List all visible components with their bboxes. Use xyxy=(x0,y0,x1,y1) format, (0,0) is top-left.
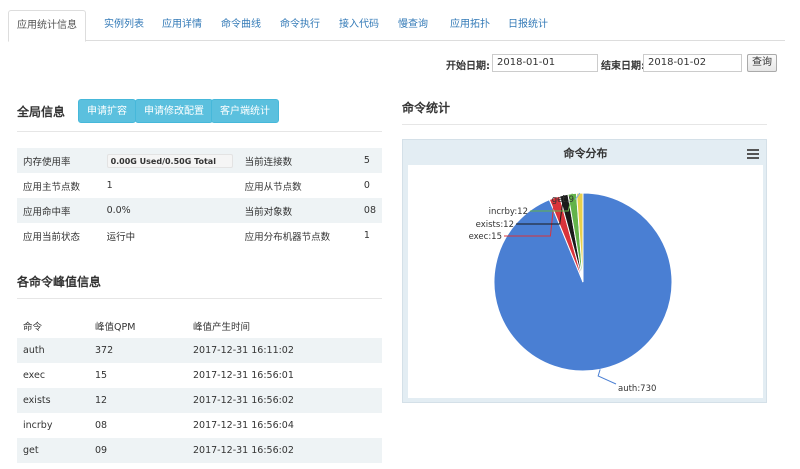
pie-label-get: get:9 xyxy=(552,195,574,205)
machine-nodes-value: 1 xyxy=(363,230,370,241)
pie-label-incrby: incrby:12 xyxy=(489,207,528,217)
divider xyxy=(17,298,382,299)
object-count-label: 当前对象数 xyxy=(238,198,358,223)
table-row: 内存使用率 0.00G Used/0.50G Total 当前连接数 5 xyxy=(17,148,382,173)
command-stats-title: 命令统计 xyxy=(402,101,451,115)
connections-value: 5 xyxy=(357,148,382,173)
global-info-title: 全局信息 xyxy=(17,105,66,119)
time-cell: 2017-12-31 16:56:02 xyxy=(187,438,382,463)
tab-instance-list[interactable]: 实例列表 xyxy=(96,10,152,41)
slave-nodes-label: 应用从节点数 xyxy=(244,181,302,193)
leader-line-auth xyxy=(597,369,617,385)
tab-app-stats[interactable]: 应用统计信息 xyxy=(8,10,86,42)
column-header: 峰值产生时间 xyxy=(193,321,251,333)
table-row: exists 12 2017-12-31 16:56:02 xyxy=(17,388,382,413)
slave-nodes-value: 0 xyxy=(363,180,370,191)
object-count-value: 08 xyxy=(357,198,382,223)
qpm-cell: 372 xyxy=(89,338,187,363)
tab-slow-query[interactable]: 慢查询 xyxy=(390,10,436,41)
time-cell: 2017-12-31 16:56:02 xyxy=(187,388,382,413)
global-info-table: 内存使用率 0.00G Used/0.50G Total 当前连接数 5 应用主… xyxy=(17,148,382,248)
column-header: 命令 xyxy=(23,321,43,333)
table-row: 应用主节点数 1 应用从节点数 0 xyxy=(17,173,382,198)
pie-label-exec: exec:15 xyxy=(469,232,502,242)
pie-label-auth: auth:730 xyxy=(618,384,656,394)
menu-icon[interactable] xyxy=(747,149,759,159)
table-row: get 09 2017-12-31 16:56:02 xyxy=(17,438,382,463)
tab-app-topology[interactable]: 应用拓扑 xyxy=(442,10,498,41)
tab-app-details[interactable]: 应用详情 xyxy=(154,10,210,41)
command-cell: exec xyxy=(23,370,46,381)
memory-usage-label: 内存使用率 xyxy=(17,148,101,173)
master-nodes-label: 应用主节点数 xyxy=(23,181,81,193)
app-status-value: 运行中 xyxy=(106,231,136,243)
pie-label-exists: exists:12 xyxy=(476,220,514,230)
master-nodes-value: 1 xyxy=(106,180,113,191)
tab-access-code[interactable]: 接入代码 xyxy=(331,10,387,41)
peak-info-title: 各命令峰值信息 xyxy=(17,275,102,289)
tab-command-curve[interactable]: 命令曲线 xyxy=(213,10,269,41)
client-stats-button[interactable]: 客户端统计 xyxy=(211,99,279,123)
request-config-change-button[interactable]: 申请修改配置 xyxy=(135,99,213,123)
time-cell: 2017-12-31 16:11:02 xyxy=(187,338,382,363)
app-status-label: 应用当前状态 xyxy=(23,231,81,243)
start-date-label: 开始日期: xyxy=(446,61,490,72)
end-date-label: 结束日期: xyxy=(601,61,645,72)
qpm-cell: 08 xyxy=(95,420,108,431)
query-button[interactable]: 查询 xyxy=(747,54,777,72)
machine-nodes-label: 应用分布机器节点数 xyxy=(244,231,331,243)
chart-area: auth:730 exec:15 exists:12 incrby:12 get:9 xyxy=(408,165,763,398)
column-header: 峰值QPM xyxy=(95,321,136,333)
memory-progress-bar: 0.00G Used/0.50G Total xyxy=(106,153,233,168)
start-date-input[interactable]: 2018-01-01 xyxy=(492,54,598,72)
pie-chart: auth:730 exec:15 exists:12 incrby:12 get:9 xyxy=(469,192,673,394)
qpm-cell: 15 xyxy=(95,370,108,381)
divider xyxy=(17,131,382,132)
tab-bar: 应用统计信息 实例列表 应用详情 命令曲线 命令执行 接入代码 慢查询 应用拓扑… xyxy=(8,10,785,42)
table-row: auth 372 2017-12-31 16:11:02 xyxy=(17,338,382,363)
tab-daily-report[interactable]: 日报统计 xyxy=(500,10,556,41)
hit-rate-label: 应用命中率 xyxy=(17,198,101,223)
divider xyxy=(402,124,767,125)
table-row: 应用命中率 0.0% 当前对象数 08 xyxy=(17,198,382,223)
qpm-cell: 12 xyxy=(89,388,187,413)
table-row: 应用当前状态 运行中 应用分布机器节点数 1 xyxy=(17,223,382,248)
end-date-input[interactable]: 2018-01-02 xyxy=(643,54,742,72)
qpm-cell: 09 xyxy=(89,438,187,463)
command-cell: exists xyxy=(17,388,89,413)
connections-label: 当前连接数 xyxy=(238,148,358,173)
chart-title: 命令分布 xyxy=(563,147,608,160)
tab-command-exec[interactable]: 命令执行 xyxy=(272,10,328,41)
time-cell: 2017-12-31 16:56:01 xyxy=(193,370,294,381)
command-cell: incrby xyxy=(23,420,53,431)
request-expansion-button[interactable]: 申请扩容 xyxy=(78,99,136,123)
peak-info-table: 命令 峰值QPM 峰值产生时间 auth 372 2017-12-31 16:1… xyxy=(17,313,382,463)
chart-panel: 命令分布 auth:730 exec:15 exists:12 incrby:12 ge… xyxy=(402,139,767,403)
time-cell: 2017-12-31 16:56:04 xyxy=(193,420,294,431)
memory-usage-cell: 0.00G Used/0.50G Total xyxy=(100,148,239,173)
table-header-row: 命令 峰值QPM 峰值产生时间 xyxy=(17,313,382,338)
command-cell: auth xyxy=(17,338,89,363)
table-row: exec 15 2017-12-31 16:56:01 xyxy=(17,363,382,388)
hit-rate-value: 0.0% xyxy=(100,198,239,223)
command-cell: get xyxy=(17,438,89,463)
table-row: incrby 08 2017-12-31 16:56:04 xyxy=(17,413,382,438)
